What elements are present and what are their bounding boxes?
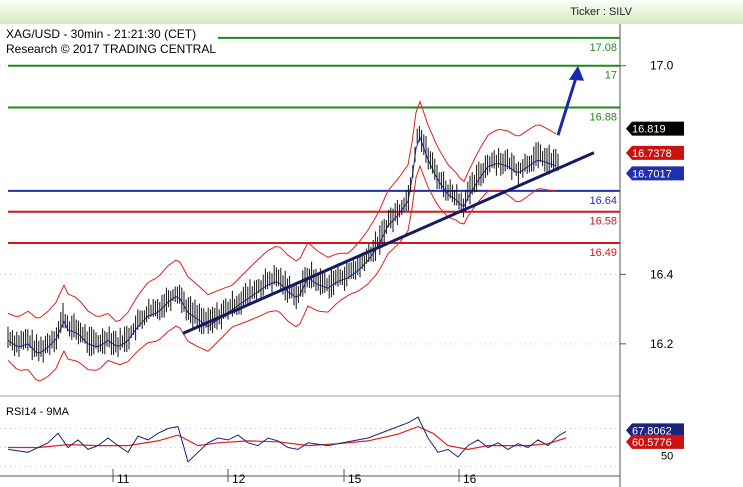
x-tick-label: 15 [348, 472, 362, 486]
level-label: 16.49 [589, 247, 617, 259]
level-label: 17.08 [589, 42, 617, 54]
y-tick-label: 16.4 [650, 267, 674, 281]
price-tag: 16.7017 [632, 168, 672, 180]
x-tick-label: 16 [463, 472, 477, 486]
level-label: 17 [605, 70, 617, 82]
price-tag: 16.819 [632, 124, 666, 136]
level-label: 16.58 [589, 216, 617, 228]
rsi-label: RSI14 - 9MA [6, 406, 70, 418]
ticker-label: Ticker : SILV [570, 6, 632, 18]
chart-toolbar: Ticker : SILV [0, 0, 743, 25]
x-tick-label: 12 [232, 472, 246, 486]
y-tick-label: 16.2 [650, 337, 674, 351]
level-label: 16.88 [589, 111, 617, 123]
rsi-ma-tag: 60.5776 [632, 437, 672, 449]
level-label: 16.64 [589, 195, 617, 207]
chart-subtitle: Research © 2017 TRADING CENTRAL [6, 42, 216, 56]
rsi-tick-label: 50 [661, 451, 673, 463]
price-chart[interactable]: 17.08 17 16.88 16.64 16.58 16.49 17.0 16.4 16.2… [0, 24, 743, 487]
chart-title: XAG/USD - 30min - 21:21:30 (CET) [6, 27, 196, 41]
price-tag: 16.7378 [632, 148, 672, 160]
x-tick-label: 11 [117, 472, 130, 486]
y-tick-label: 17.0 [650, 59, 674, 73]
